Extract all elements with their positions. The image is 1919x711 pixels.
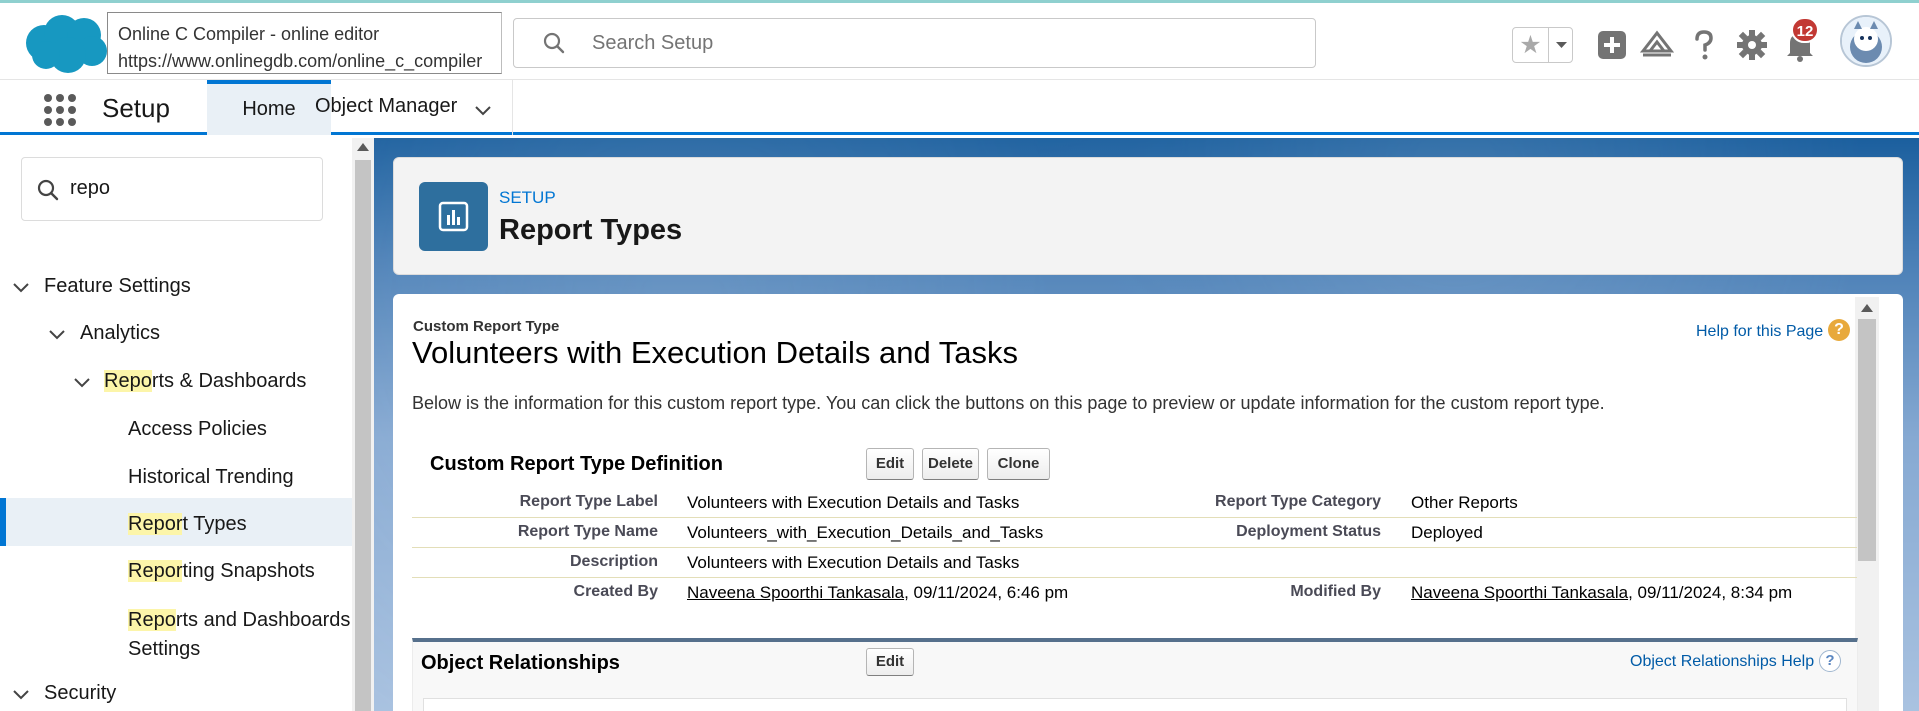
- favorites-dropdown[interactable]: [1551, 28, 1572, 62]
- field-label: Modified By: [1290, 583, 1381, 600]
- global-header: Online C Compiler - online editor https:…: [0, 3, 1919, 80]
- field-value: Volunteers with Execution Details and Ta…: [687, 553, 1020, 572]
- setup-sidebar: repo Feature Settings Analytics Reports …: [0, 138, 352, 711]
- notification-badge: 12: [1791, 17, 1819, 43]
- quick-find-input[interactable]: repo: [21, 157, 323, 221]
- scrollbar-thumb[interactable]: [1858, 319, 1876, 561]
- user-link[interactable]: Naveena Spoorthi Tankasala: [687, 583, 904, 602]
- field-value: Deployed: [1411, 523, 1483, 542]
- delete-button[interactable]: Delete: [922, 448, 979, 480]
- field-label: Description: [569, 553, 658, 570]
- search-icon: [37, 179, 59, 201]
- object-relationships-section: [412, 638, 1858, 711]
- record-type-label: Custom Report Type: [413, 318, 560, 335]
- chart-icon: [438, 201, 469, 232]
- intro-text: Below is the information for this custom…: [412, 393, 1605, 413]
- star-icon[interactable]: ★: [1513, 28, 1549, 62]
- created-date: , 09/11/2024, 6:46 pm: [904, 583, 1069, 602]
- chevron-down-icon[interactable]: [11, 277, 31, 297]
- edit-button[interactable]: Edit: [866, 448, 914, 480]
- gear-icon[interactable]: [1735, 27, 1769, 63]
- field-value: Volunteers with Execution Details and Ta…: [687, 493, 1020, 512]
- tab-home[interactable]: Home: [207, 80, 331, 135]
- field-label: Report Type Category: [1215, 493, 1381, 510]
- chevron-down-icon[interactable]: [47, 324, 67, 344]
- search-icon: [543, 32, 565, 54]
- sidebar-scrollbar[interactable]: [352, 138, 374, 711]
- app-nav-bar: Setup Home Object Manager: [0, 80, 1919, 135]
- search-match: Repo: [104, 370, 152, 392]
- chevron-down-icon[interactable]: [11, 684, 31, 704]
- field-label: Report Type Name: [517, 523, 658, 540]
- browser-url-tooltip: Online C Compiler - online editor https:…: [107, 12, 502, 74]
- app-name: Setup: [102, 93, 170, 123]
- tree-feature-settings[interactable]: Feature Settings: [44, 275, 191, 298]
- tree-label-line2: Settings: [128, 638, 201, 660]
- chevron-down-icon[interactable]: [473, 100, 493, 120]
- field-value: Volunteers_with_Execution_Details_and_Ta…: [687, 523, 1044, 542]
- object-relationships-title: Object Relationships: [421, 652, 620, 674]
- tab-object-manager[interactable]: Object Manager: [315, 80, 513, 135]
- field-label: Created By: [573, 583, 658, 600]
- plus-icon[interactable]: [1595, 27, 1629, 63]
- tree-label-rest: ting Snapshots: [182, 560, 315, 582]
- field-value: Naveena Spoorthi Tankasala, 09/11/2024, …: [687, 583, 1068, 603]
- detail-row: Report Type Label Volunteers with Execut…: [412, 488, 1857, 518]
- scrollbar-thumb[interactable]: [355, 160, 371, 711]
- chevron-down-icon[interactable]: [72, 372, 92, 392]
- report-type-icon: [419, 182, 488, 251]
- tree-access-policies[interactable]: Access Policies: [128, 418, 267, 441]
- setup-search-input[interactable]: Search Setup: [513, 18, 1316, 68]
- edit-relationships-button[interactable]: Edit: [866, 648, 914, 676]
- avatar[interactable]: [1840, 15, 1892, 67]
- detail-row: Description Volunteers with Execution De…: [412, 548, 1857, 578]
- detail-row: Created By Naveena Spoorthi Tankasala, 0…: [412, 578, 1857, 608]
- search-placeholder: Search Setup: [592, 32, 714, 54]
- chevron-down-icon: [1556, 42, 1567, 48]
- help-icon[interactable]: ?: [1828, 319, 1850, 341]
- field-value: Naveena Spoorthi Tankasala, 09/11/2024, …: [1411, 583, 1792, 603]
- page-eyebrow: SETUP: [499, 188, 556, 207]
- tree-report-types[interactable]: Report Types: [128, 513, 247, 536]
- tree-reports-dashboards-settings[interactable]: Reports and Dashboards Settings: [128, 606, 350, 664]
- search-match: Repo: [128, 609, 176, 631]
- app-launcher-icon[interactable]: [43, 93, 77, 127]
- quick-find-value: repo: [70, 177, 111, 199]
- help-icon[interactable]: ?: [1819, 650, 1841, 672]
- scroll-up-arrow[interactable]: [357, 143, 369, 151]
- detail-row: Report Type Name Volunteers_with_Executi…: [412, 518, 1857, 548]
- scroll-up-arrow[interactable]: [1861, 304, 1873, 312]
- tree-reporting-snapshots[interactable]: Reporting Snapshots: [128, 560, 315, 583]
- salesforce-logo[interactable]: [22, 13, 110, 75]
- tree-label-rest: rts and Dashboards: [175, 609, 351, 631]
- help-for-page-link[interactable]: Help for this Page: [1696, 323, 1823, 341]
- tree-security[interactable]: Security: [44, 682, 116, 705]
- tab-object-manager-label: Object Manager: [315, 95, 458, 117]
- content-scrollbar[interactable]: [1855, 297, 1879, 711]
- search-match: Repor: [128, 513, 183, 535]
- modified-date: , 09/11/2024, 8:34 pm: [1628, 583, 1793, 602]
- field-label: Report Type Label: [519, 493, 658, 510]
- page-header: SETUP Report Types: [393, 157, 1903, 275]
- page-title: Report Types: [499, 214, 683, 246]
- field-value: Other Reports: [1411, 493, 1518, 512]
- tree-historical-trending[interactable]: Historical Trending: [128, 466, 294, 489]
- favorites-control: ★: [1512, 27, 1573, 63]
- tree-analytics[interactable]: Analytics: [80, 322, 160, 345]
- tree-label-rest: rts & Dashboards: [151, 370, 307, 392]
- field-label: Deployment Status: [1236, 523, 1381, 540]
- help-icon[interactable]: [1687, 27, 1721, 63]
- tree-label-rest: t Types: [182, 513, 247, 535]
- tree-reports-dashboards[interactable]: Reports & Dashboards: [104, 370, 306, 393]
- record-title: Volunteers with Execution Details and Ta…: [412, 335, 1018, 370]
- clone-button[interactable]: Clone: [987, 448, 1050, 480]
- tooltip-title: Online C Compiler - online editor: [118, 24, 380, 44]
- definition-section-title: Custom Report Type Definition: [430, 453, 723, 475]
- tooltip-url: https://www.onlinegdb.com/online_c_compi…: [118, 51, 483, 71]
- user-link[interactable]: Naveena Spoorthi Tankasala: [1411, 583, 1628, 602]
- relationships-diagram-area: [423, 698, 1847, 711]
- object-relationships-help-link[interactable]: Object Relationships Help: [1630, 653, 1814, 671]
- search-match: Repor: [128, 560, 183, 582]
- trailhead-icon[interactable]: [1640, 27, 1674, 63]
